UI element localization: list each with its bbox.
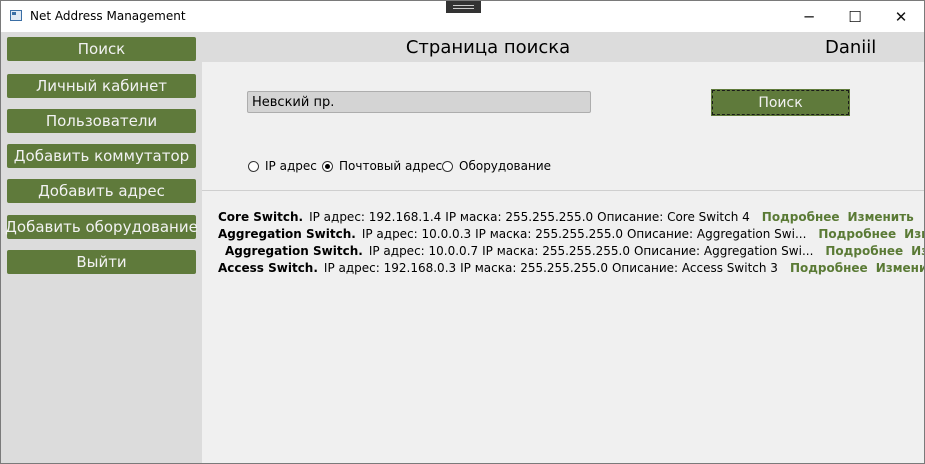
radio-unchecked-icon bbox=[248, 160, 259, 172]
filter-ip-radio[interactable]: IP адрес bbox=[248, 159, 317, 173]
nav-add-equipment-button[interactable]: Добавить оборудование bbox=[5, 215, 198, 239]
maximize-button[interactable]: ☐ bbox=[832, 1, 878, 32]
page-title: Страница поиска bbox=[405, 37, 571, 58]
details-link[interactable]: Подробнее bbox=[825, 244, 903, 258]
nav-add-address-button[interactable]: Добавить адрес bbox=[7, 179, 196, 203]
details-link[interactable]: Подробнее bbox=[790, 261, 868, 275]
app-window: Net Address Management ─ ☐ ✕ Поиск Личны… bbox=[0, 0, 925, 464]
page-header: Страница поиска Daniil bbox=[202, 32, 924, 62]
edit-link[interactable]: Изменить bbox=[876, 261, 924, 275]
search-button[interactable]: Поиск bbox=[711, 89, 850, 116]
ip-mask: IP маска: 255.255.255.0 bbox=[460, 260, 608, 275]
nav-account-button[interactable]: Личный кабинет bbox=[7, 74, 196, 98]
nav-add-switch-button[interactable]: Добавить коммутатор bbox=[7, 144, 196, 168]
device-name: Aggregation Switch. bbox=[218, 226, 356, 241]
description: Описание: Aggregation Swi... bbox=[633, 243, 814, 258]
device-name: Core Switch. bbox=[218, 209, 304, 224]
device-name: Access Switch. bbox=[218, 260, 318, 275]
divider bbox=[202, 190, 924, 191]
close-button[interactable]: ✕ bbox=[878, 1, 924, 32]
search-input[interactable] bbox=[247, 91, 591, 113]
ip-address: IP адрес: 192.168.1.4 bbox=[309, 209, 442, 224]
ip-mask: IP маска: 255.255.255.0 bbox=[445, 209, 594, 224]
description: Описание: Core Switch 4 bbox=[597, 209, 750, 224]
description: Описание: Aggregation Swi... bbox=[626, 226, 807, 241]
result-row: Aggregation Switch. IP адрес: 10.0.0.7 I… bbox=[218, 242, 924, 259]
nav-logout-button[interactable]: Выйти bbox=[7, 250, 196, 274]
details-link[interactable]: Подробнее bbox=[762, 210, 840, 224]
ip-address: IP адрес: 192.168.0.3 bbox=[323, 260, 457, 275]
device-name: Aggregation Switch. bbox=[225, 243, 363, 258]
sidebar: Поиск Личный кабинет Пользователи Добави… bbox=[1, 32, 202, 463]
result-row: Access Switch. IP адрес: 192.168.0.3 IP … bbox=[218, 259, 924, 276]
user-name: Daniil bbox=[825, 37, 877, 58]
radio-checked-icon bbox=[322, 160, 333, 172]
drag-handle-icon[interactable] bbox=[446, 1, 481, 13]
results-list: Core Switch. IP адрес: 192.168.1.4 IP ма… bbox=[218, 208, 924, 276]
ip-address: IP адрес: 10.0.0.3 bbox=[361, 226, 472, 241]
app-icon bbox=[10, 10, 22, 21]
title-bar[interactable]: Net Address Management ─ ☐ ✕ bbox=[1, 1, 924, 32]
filter-equipment-label: Оборудование bbox=[459, 159, 551, 173]
details-link[interactable]: Подробнее bbox=[818, 227, 896, 241]
window-title: Net Address Management bbox=[30, 9, 186, 23]
filter-equipment-radio[interactable]: Оборудование bbox=[442, 159, 551, 173]
minimize-button[interactable]: ─ bbox=[786, 1, 832, 32]
edit-link[interactable]: Изменить bbox=[904, 227, 924, 241]
edit-link[interactable]: Изменить bbox=[911, 244, 924, 258]
edit-link[interactable]: Изменить bbox=[848, 210, 914, 224]
filter-postal-label: Почтовый адрес bbox=[339, 159, 443, 173]
nav-search-button[interactable]: Поиск bbox=[7, 37, 196, 61]
radio-unchecked-icon bbox=[442, 160, 453, 172]
nav-users-button[interactable]: Пользователи bbox=[7, 109, 196, 133]
result-row: Aggregation Switch. IP адрес: 10.0.0.3 I… bbox=[218, 225, 924, 242]
ip-address: IP адрес: 10.0.0.7 bbox=[368, 243, 479, 258]
ip-mask: IP маска: 255.255.255.0 bbox=[482, 243, 630, 258]
ip-mask: IP маска: 255.255.255.0 bbox=[475, 226, 623, 241]
description: Описание: Access Switch 3 bbox=[611, 260, 778, 275]
filter-ip-label: IP адрес bbox=[265, 159, 317, 173]
filter-postal-radio[interactable]: Почтовый адрес bbox=[322, 159, 442, 173]
result-row: Core Switch. IP адрес: 192.168.1.4 IP ма… bbox=[218, 208, 918, 225]
